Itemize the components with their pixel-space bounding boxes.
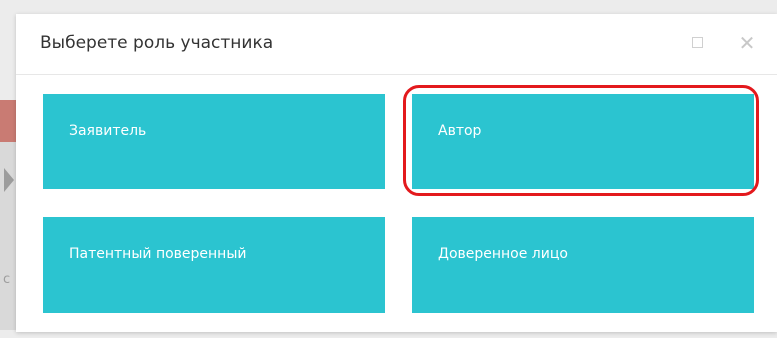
close-icon[interactable]: ✕ <box>735 28 759 58</box>
dialog-header: Выберете роль участника ✕ <box>16 14 777 75</box>
background-text-fragment: с <box>3 272 11 287</box>
carousel-arrow-icon <box>4 168 14 192</box>
role-grid: Заявитель Автор Патентный поверенный Дов… <box>16 75 777 332</box>
maximize-icon[interactable] <box>692 37 703 48</box>
role-applicant-button[interactable]: Заявитель <box>43 94 385 189</box>
role-label: Доверенное лицо <box>438 246 568 262</box>
role-author-button[interactable]: Автор <box>412 94 754 189</box>
role-select-dialog: Выберете роль участника ✕ Заявитель Авто… <box>16 14 777 332</box>
role-patent-attorney-button[interactable]: Патентный поверенный <box>43 217 385 313</box>
background-image-fragment <box>0 100 16 142</box>
role-label: Автор <box>438 123 482 139</box>
role-label: Заявитель <box>69 123 147 139</box>
role-representative-button[interactable]: Доверенное лицо <box>412 217 754 313</box>
dialog-title: Выберете роль участника <box>40 33 274 53</box>
role-label: Патентный поверенный <box>69 246 247 262</box>
